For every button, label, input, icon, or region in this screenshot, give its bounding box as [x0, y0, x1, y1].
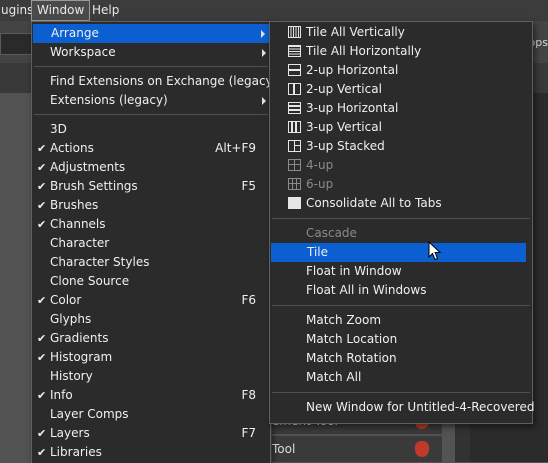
- menu-item-character-styles[interactable]: Character Styles: [32, 253, 270, 272]
- menu-item-match-location[interactable]: Match Location: [270, 330, 532, 349]
- menu-item-layer-comps[interactable]: Layer Comps: [32, 405, 270, 424]
- menu-item-2up-horizontal[interactable]: 2-up Horizontal: [270, 61, 532, 80]
- three-up-stacked-icon: [288, 140, 301, 152]
- checkmark-icon: ✔: [37, 294, 47, 307]
- six-up-icon: [288, 178, 301, 190]
- checkmark-icon: ✔: [37, 446, 47, 459]
- menu-item-3d[interactable]: 3D: [32, 120, 270, 139]
- tile-vertical-icon: [288, 26, 301, 38]
- menu-item-layers[interactable]: ✔ Layers F7: [32, 424, 270, 443]
- menu-item-match-rotation[interactable]: Match Rotation: [270, 349, 532, 368]
- consolidate-tabs-icon: [288, 197, 301, 209]
- two-up-vertical-icon: [288, 83, 301, 95]
- menu-item-tile-all-horizontally[interactable]: Tile All Horizontally: [270, 42, 532, 61]
- two-up-horizontal-icon: [288, 64, 301, 76]
- checkmark-icon: ✔: [37, 218, 47, 231]
- menu-help[interactable]: Help: [87, 0, 124, 21]
- checkmark-icon: ✔: [37, 199, 47, 212]
- tile-horizontal-icon: [288, 45, 301, 57]
- menu-item-float-in-window[interactable]: Float in Window: [270, 262, 532, 281]
- window-menu: Arrange Workspace Find Extensions on Exc…: [31, 21, 289, 463]
- menu-item-match-zoom[interactable]: Match Zoom: [270, 311, 532, 330]
- menu-item-4up: 4-up: [270, 156, 532, 175]
- menu-item-tile[interactable]: Tile: [271, 243, 526, 262]
- menu-window[interactable]: Window: [31, 0, 91, 21]
- menu-item-2up-vertical[interactable]: 2-up Vertical: [270, 80, 532, 99]
- checkmark-icon: ✔: [37, 427, 47, 440]
- submenu-arrow-icon: [262, 49, 266, 57]
- menu-item-tile-all-vertically[interactable]: Tile All Vertically: [270, 23, 532, 42]
- menu-item-find-extensions[interactable]: Find Extensions on Exchange (legacy)...: [32, 72, 289, 91]
- menu-item-consolidate-tabs[interactable]: Consolidate All to Tabs: [270, 194, 532, 213]
- menu-item-6up: 6-up: [270, 175, 532, 194]
- checkmark-icon: ✔: [37, 332, 47, 345]
- menu-item-cascade: Cascade: [306, 226, 357, 240]
- menu-item-glyphs[interactable]: Glyphs: [32, 310, 270, 329]
- arrange-submenu: Tile All Vertically Tile All Horizontall…: [269, 21, 534, 424]
- menu-item-clone-source[interactable]: Clone Source: [32, 272, 270, 291]
- menu-item-history[interactable]: History: [32, 367, 270, 386]
- menu-item-info[interactable]: ✔ Info F8: [32, 386, 270, 405]
- four-up-icon: [288, 159, 301, 171]
- checkmark-icon: ✔: [37, 351, 47, 364]
- options-field[interactable]: [0, 33, 32, 55]
- menu-separator: [272, 392, 530, 393]
- menu-item-color[interactable]: ✔ Color F6: [32, 291, 270, 310]
- submenu-arrow-icon: [261, 30, 265, 38]
- checkmark-icon: ✔: [37, 389, 47, 402]
- menu-item-libraries[interactable]: ✔ Libraries: [32, 443, 270, 462]
- menu-item-histogram[interactable]: ✔ Histogram: [32, 348, 270, 367]
- menu-separator: [34, 114, 268, 115]
- three-up-vertical-icon: [288, 121, 301, 133]
- menu-separator: [34, 66, 268, 67]
- checkmark-icon: ✔: [37, 142, 47, 155]
- tool-label: Tool: [272, 442, 296, 456]
- menu-item-extensions[interactable]: Extensions (legacy): [32, 91, 270, 110]
- menu-item-workspace[interactable]: Workspace: [32, 43, 270, 62]
- menu-separator: [272, 305, 530, 306]
- menu-item-adjustments[interactable]: ✔ Adjustments: [32, 158, 270, 177]
- devil-icon: [415, 441, 429, 457]
- three-up-horizontal-icon: [288, 102, 301, 114]
- submenu-arrow-icon: [262, 97, 266, 105]
- menu-separator: [272, 218, 530, 219]
- menu-item-brushes[interactable]: ✔ Brushes: [32, 196, 270, 215]
- menu-item-gradients[interactable]: ✔ Gradients: [32, 329, 270, 348]
- menu-item-arrange[interactable]: Arrange: [33, 24, 269, 43]
- menu-item-actions[interactable]: ✔ Actions Alt+F9: [32, 139, 270, 158]
- menu-item-brush-settings[interactable]: ✔ Brush Settings F5: [32, 177, 270, 196]
- menu-item-new-window[interactable]: New Window for Untitled-4-Recovered: [270, 398, 534, 417]
- tool-list-item[interactable]: Tool: [272, 436, 442, 462]
- menu-item-character[interactable]: Character: [32, 234, 270, 253]
- menu-item-channels[interactable]: ✔ Channels: [32, 215, 270, 234]
- menu-bar: ugins Window Help: [0, 0, 548, 21]
- menu-item-3up-vertical[interactable]: 3-up Vertical: [270, 118, 532, 137]
- checkmark-icon: ✔: [37, 161, 47, 174]
- menu-item-3up-stacked[interactable]: 3-up Stacked: [270, 137, 532, 156]
- menu-item-match-all[interactable]: Match All: [270, 368, 532, 387]
- checkmark-icon: ✔: [37, 180, 47, 193]
- menu-item-float-all-in-windows[interactable]: Float All in Windows: [270, 281, 532, 300]
- menu-item-3up-horizontal[interactable]: 3-up Horizontal: [270, 99, 532, 118]
